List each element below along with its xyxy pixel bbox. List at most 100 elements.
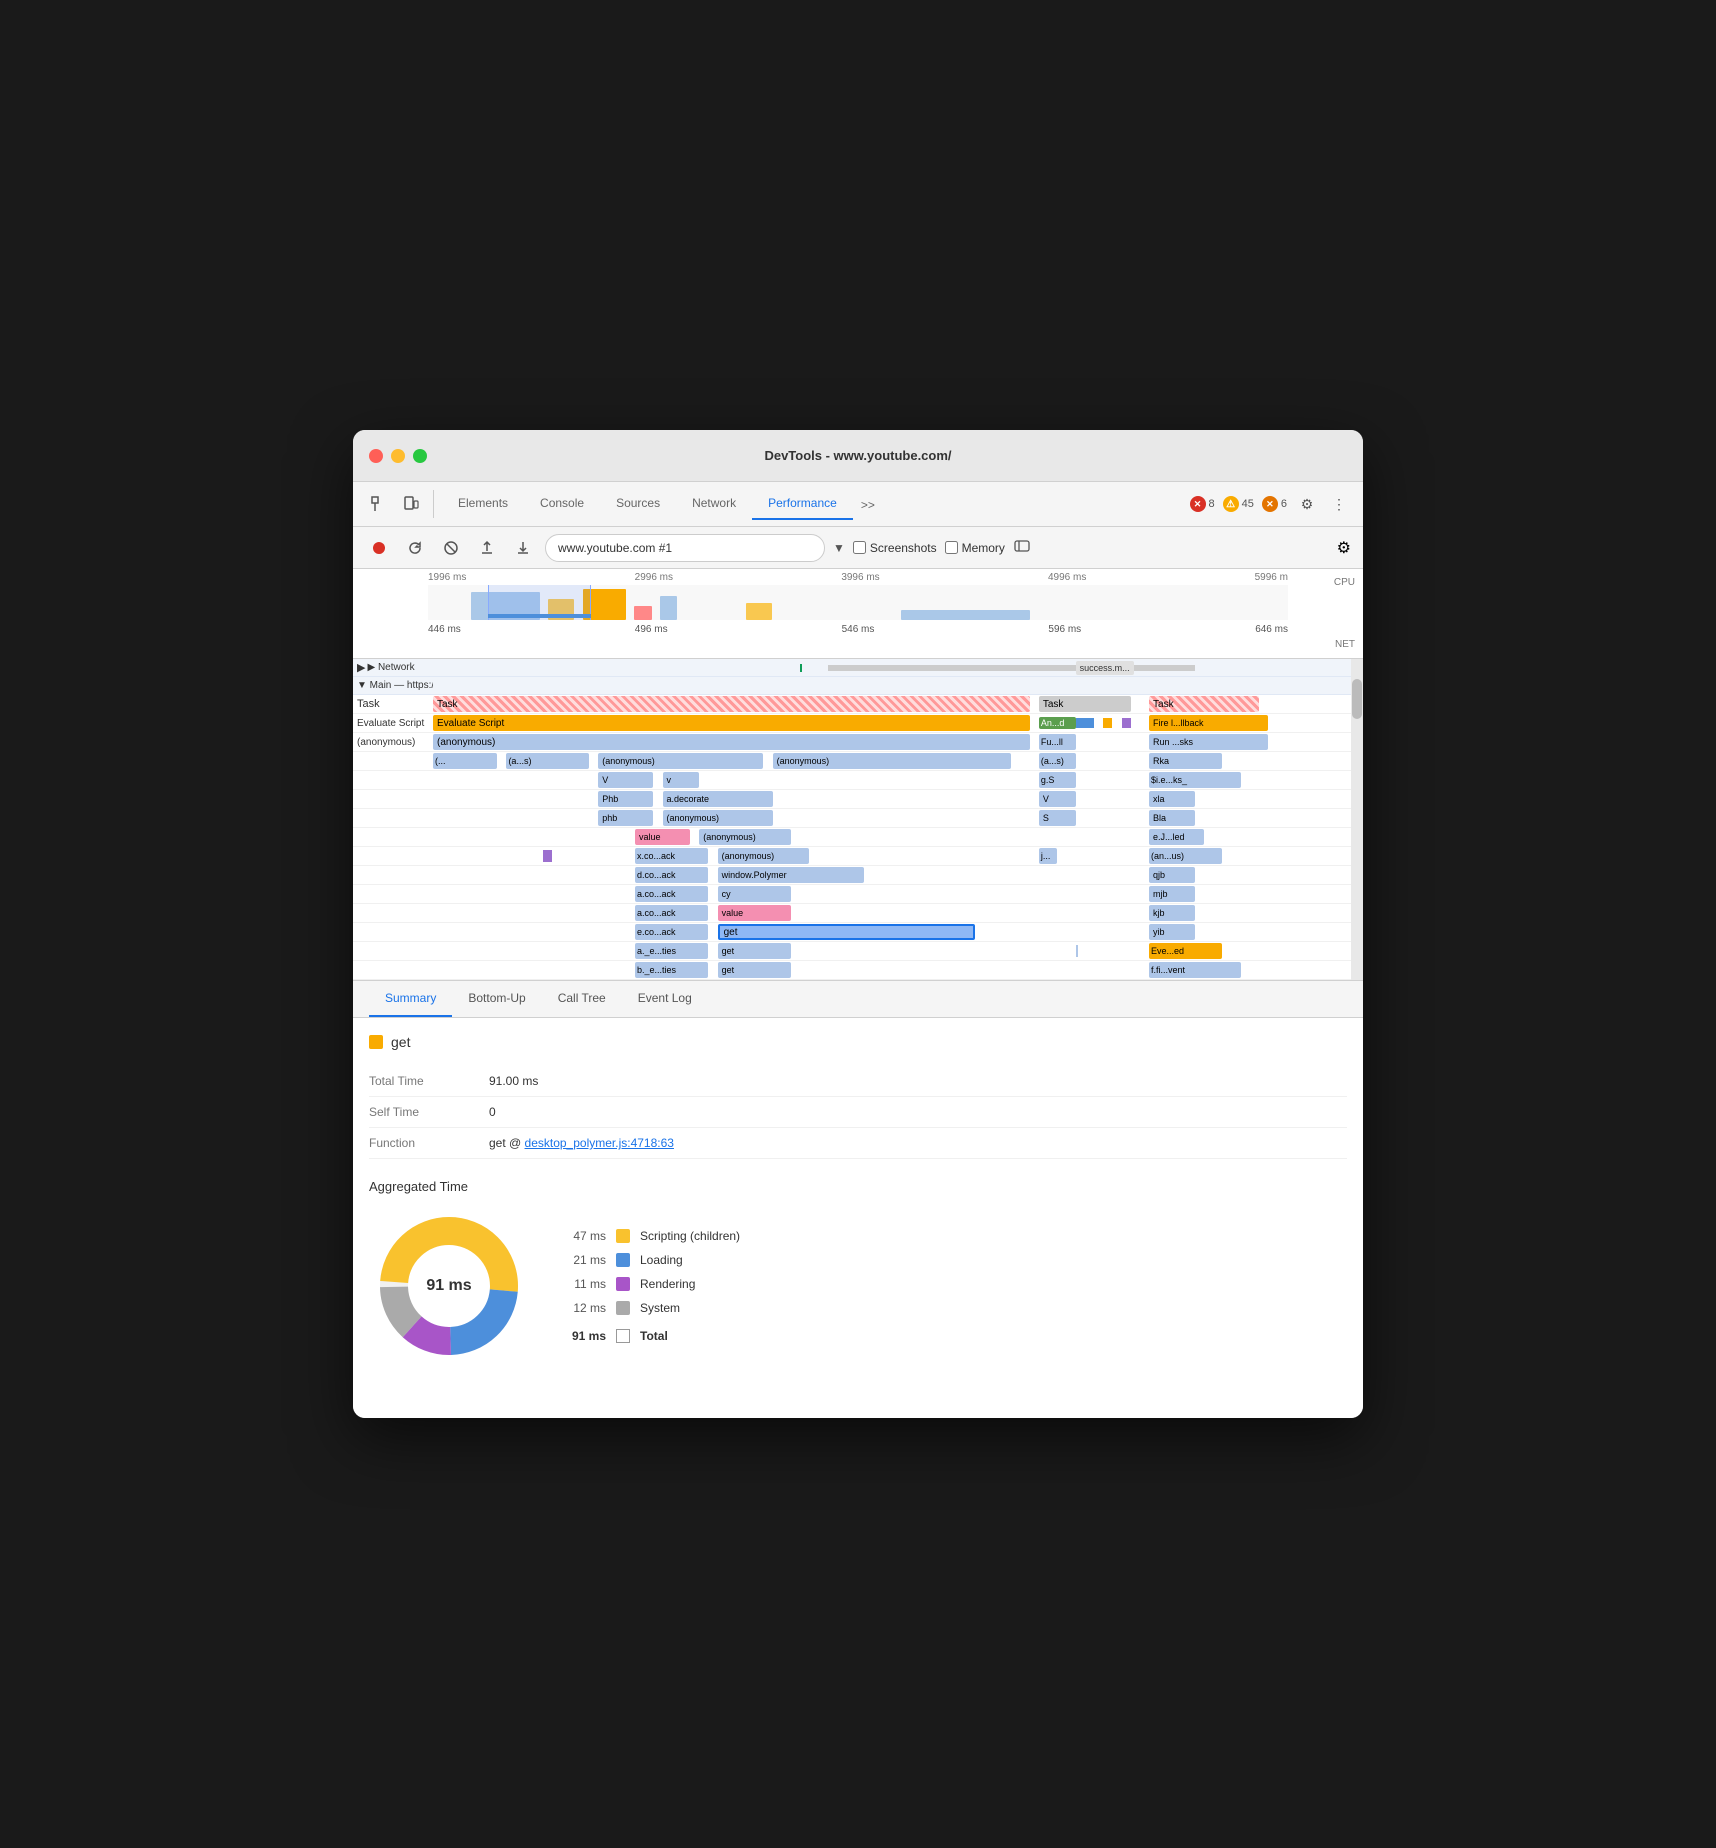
- reload-record-icon[interactable]: [401, 534, 429, 562]
- anon-bar-3[interactable]: Run ...sks: [1149, 734, 1268, 750]
- dco-bar-3[interactable]: qjb: [1149, 867, 1195, 883]
- error-badge-yellow[interactable]: ⚠ 45: [1223, 496, 1254, 512]
- phb2-track[interactable]: phb (anonymous) S Bla: [433, 809, 1351, 827]
- xco-bar-4[interactable]: (an...us): [1149, 848, 1222, 864]
- dco-bar-1[interactable]: d.co...ack: [635, 867, 708, 883]
- v-bar-2[interactable]: v: [663, 772, 700, 788]
- aco1-bar-1[interactable]: a.co...ack: [635, 886, 708, 902]
- value-bar-3[interactable]: e.J...led: [1149, 829, 1204, 845]
- fn-bar-e[interactable]: (a...s): [1039, 753, 1076, 769]
- more-icon[interactable]: ⋮: [1327, 492, 1351, 516]
- task-track[interactable]: Task Task Task: [433, 695, 1351, 713]
- be-bar-1[interactable]: b._e...ties: [635, 962, 708, 978]
- tab-sources[interactable]: Sources: [600, 488, 676, 520]
- dco-bar-2[interactable]: window.Polymer: [718, 867, 865, 883]
- tab-event-log[interactable]: Event Log: [622, 981, 708, 1017]
- fn-bar-b[interactable]: (a...s): [506, 753, 589, 769]
- ae-bar-2[interactable]: get: [718, 943, 791, 959]
- upload-icon[interactable]: [473, 534, 501, 562]
- anon-bar-2[interactable]: Fu...ll: [1039, 734, 1076, 750]
- anon-bar-1[interactable]: (anonymous): [433, 734, 1030, 750]
- evaluate-track[interactable]: Evaluate Script An...d Fire l...llback: [433, 714, 1351, 732]
- error-badge-orange[interactable]: ✕ 6: [1262, 496, 1287, 512]
- tab-bottom-up[interactable]: Bottom-Up: [452, 981, 541, 1017]
- xco-bar-1[interactable]: x.co...ack: [635, 848, 708, 864]
- device-icon[interactable]: [397, 490, 425, 518]
- eco-track[interactable]: e.co...ack get yib: [433, 923, 1351, 941]
- aco1-bar-3[interactable]: mjb: [1149, 886, 1195, 902]
- phb2-bar-2[interactable]: (anonymous): [663, 810, 773, 826]
- memory-checkbox[interactable]: [945, 541, 958, 554]
- v-track[interactable]: V v g.S $i.e...ks_: [433, 771, 1351, 789]
- eco-bar-3[interactable]: yib: [1149, 924, 1195, 940]
- phb2-bar-4[interactable]: Bla: [1149, 810, 1195, 826]
- download-icon[interactable]: [509, 534, 537, 562]
- ae-bar-3[interactable]: Eve...ed: [1149, 943, 1222, 959]
- task-bar-1[interactable]: Task: [433, 696, 1030, 712]
- maximize-button[interactable]: [413, 449, 427, 463]
- phb-bar-2[interactable]: a.decorate: [663, 791, 773, 807]
- record-icon[interactable]: [365, 534, 393, 562]
- xco-track[interactable]: x.co...ack (anonymous) j... (an...us): [433, 847, 1351, 865]
- be-bar-2[interactable]: get: [718, 962, 791, 978]
- phb-bar-1[interactable]: Phb: [598, 791, 653, 807]
- phb2-bar-1[interactable]: phb: [598, 810, 653, 826]
- tab-more[interactable]: >>: [853, 490, 883, 520]
- ae-bar-1[interactable]: a._e...ties: [635, 943, 708, 959]
- get-bar-selected[interactable]: get: [718, 924, 975, 940]
- settings-icon[interactable]: ⚙: [1295, 492, 1319, 516]
- scrollbar[interactable]: [1351, 659, 1363, 980]
- task-bar-2[interactable]: Task: [1039, 696, 1131, 712]
- memory-check[interactable]: Memory: [945, 541, 1005, 555]
- error-badge-red[interactable]: ✕ 8: [1190, 496, 1215, 512]
- tab-console[interactable]: Console: [524, 488, 600, 520]
- flame-chart[interactable]: ▶ ▶ Network success.m... ▼ Main — https:…: [353, 659, 1363, 981]
- tab-call-tree[interactable]: Call Tree: [542, 981, 622, 1017]
- evaluate-bar-2[interactable]: An...d: [1039, 717, 1076, 729]
- eco-bar-1[interactable]: e.co...ack: [635, 924, 708, 940]
- tab-elements[interactable]: Elements: [442, 488, 524, 520]
- be-bar-3[interactable]: f.fi...vent: [1149, 962, 1241, 978]
- anon-track[interactable]: (anonymous) Fu...ll Run ...sks: [433, 733, 1351, 751]
- xco-bar-2[interactable]: (anonymous): [718, 848, 810, 864]
- ae-track[interactable]: a._e...ties get Eve...ed: [433, 942, 1351, 960]
- lighthouse-icon[interactable]: [1013, 537, 1031, 558]
- fn-bar-f[interactable]: Rka: [1149, 753, 1222, 769]
- timeline-visual[interactable]: [428, 585, 1288, 620]
- screenshots-checkbox[interactable]: [853, 541, 866, 554]
- dco-track[interactable]: d.co...ack window.Polymer qjb: [433, 866, 1351, 884]
- aco2-bar-2[interactable]: value: [718, 905, 791, 921]
- be-track[interactable]: b._e...ties get f.fi...vent: [433, 961, 1351, 979]
- aco2-bar-1[interactable]: a.co...ack: [635, 905, 708, 921]
- timeline-overview[interactable]: 1996 ms 2996 ms 3996 ms 4996 ms 5996 m: [353, 569, 1363, 659]
- dropdown-icon[interactable]: ▼: [833, 541, 845, 555]
- function-link[interactable]: desktop_polymer.js:4718:63: [525, 1136, 674, 1150]
- phb-bar-4[interactable]: xla: [1149, 791, 1195, 807]
- fn-bar-a[interactable]: (...: [433, 753, 497, 769]
- value-bar-1[interactable]: value: [635, 829, 690, 845]
- tab-network[interactable]: Network: [676, 488, 752, 520]
- screenshots-check[interactable]: Screenshots: [853, 541, 937, 555]
- v-bar-4[interactable]: $i.e...ks_: [1149, 772, 1241, 788]
- fn-bar-c[interactable]: (anonymous): [598, 753, 763, 769]
- capture-settings-icon[interactable]: ⚙: [1337, 538, 1351, 558]
- aco1-track[interactable]: a.co...ack cy mjb: [433, 885, 1351, 903]
- task-bar-3[interactable]: Task: [1149, 696, 1259, 712]
- tab-summary[interactable]: Summary: [369, 981, 452, 1017]
- inspect-icon[interactable]: [365, 490, 393, 518]
- close-button[interactable]: [369, 449, 383, 463]
- fn-track-1[interactable]: (... (a...s) (anonymous) (anonymous) (a.…: [433, 752, 1351, 770]
- v-bar-3[interactable]: g.S: [1039, 772, 1076, 788]
- aco2-bar-3[interactable]: kjb: [1149, 905, 1195, 921]
- aco2-track[interactable]: a.co...ack value kjb: [433, 904, 1351, 922]
- phb-track[interactable]: Phb a.decorate V xla: [433, 790, 1351, 808]
- url-input[interactable]: [545, 534, 825, 562]
- scrollbar-thumb[interactable]: [1352, 679, 1362, 719]
- v-bar-1[interactable]: V: [598, 772, 653, 788]
- phb2-bar-3[interactable]: S: [1039, 810, 1076, 826]
- minimize-button[interactable]: [391, 449, 405, 463]
- evaluate-bar-1[interactable]: Evaluate Script: [433, 715, 1030, 731]
- value-bar-2[interactable]: (anonymous): [699, 829, 791, 845]
- xco-bar-3[interactable]: j...: [1039, 848, 1057, 864]
- clear-icon[interactable]: [437, 534, 465, 562]
